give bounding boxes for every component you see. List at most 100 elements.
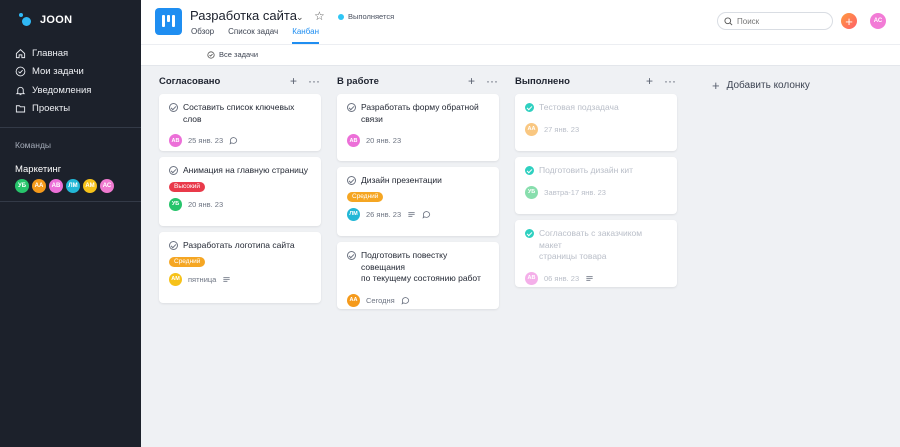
task-check-icon[interactable] xyxy=(525,103,534,112)
task-card[interactable]: Разработать логотипа сайта Средний АМ пя… xyxy=(159,232,321,303)
task-card[interactable]: Разработать форму обратной связи АВ 20 ян… xyxy=(337,94,499,161)
logo-icon xyxy=(18,12,34,28)
status-badge[interactable]: Выполняется xyxy=(338,12,394,21)
avatar[interactable]: АВ xyxy=(525,271,538,285)
sidebar-item-notifications[interactable]: Уведомления xyxy=(15,81,91,100)
bell-icon xyxy=(15,86,26,95)
task-card[interactable]: Подготовить повестку совещания по текущем… xyxy=(337,242,499,309)
priority-tag: Средний xyxy=(169,256,206,267)
task-title: Составить список ключевых слов xyxy=(183,102,295,124)
column-title[interactable]: Выполнено xyxy=(515,76,570,87)
more-icon[interactable]: ··· xyxy=(486,74,498,88)
description-icon xyxy=(586,275,593,281)
avatar[interactable]: УБ xyxy=(15,179,29,193)
avatar[interactable]: АМ xyxy=(83,179,97,193)
task-check-icon[interactable] xyxy=(525,166,534,175)
task-check-icon[interactable] xyxy=(347,251,356,260)
task-card[interactable]: Анимация на главную страницу Высокий УБ … xyxy=(159,157,321,226)
tab-kanban[interactable]: Канбан xyxy=(292,27,319,44)
column-title[interactable]: В работе xyxy=(337,76,379,87)
task-card[interactable]: Согласовать с заказчиком макет страницы т… xyxy=(515,220,677,287)
avatar[interactable]: АМ xyxy=(169,272,182,286)
add-task-icon[interactable]: + xyxy=(646,74,653,88)
due-date: 26 янв. 23 xyxy=(366,209,402,219)
due-date: Сегодня xyxy=(366,295,395,305)
task-check-icon[interactable] xyxy=(347,176,356,185)
task-card[interactable]: Подготовить дизайн кит УБ Завтра-17 янв.… xyxy=(515,157,677,214)
task-card[interactable]: Тестовая подзадача АА 27 янв. 23 xyxy=(515,94,677,151)
filter-bar: Все задачи xyxy=(141,44,900,66)
user-avatar[interactable]: АС xyxy=(870,13,886,29)
description-icon xyxy=(223,276,231,282)
task-title: Согласовать с заказчиком макет страницы т… xyxy=(539,228,643,261)
check-circle-icon xyxy=(207,50,215,59)
search-box[interactable] xyxy=(717,12,833,30)
filter-label: Все задачи xyxy=(219,50,259,59)
sidebar-item-label: Мои задачи xyxy=(32,66,84,78)
search-icon xyxy=(724,16,733,25)
task-title: Разработать форму обратной связи xyxy=(361,102,479,124)
avatar[interactable]: УБ xyxy=(525,185,538,199)
task-check-icon[interactable] xyxy=(169,103,178,112)
more-icon[interactable]: ··· xyxy=(664,74,676,88)
tab-task-list[interactable]: Список задач xyxy=(228,27,278,44)
home-icon xyxy=(15,48,26,58)
priority-tag: Высокий xyxy=(169,181,206,192)
column-header: Согласовано + ··· xyxy=(159,72,323,90)
star-icon[interactable]: ☆ xyxy=(314,9,325,23)
app-logo[interactable]: JOON xyxy=(18,12,72,28)
description-icon xyxy=(408,211,415,217)
avatar[interactable]: АА xyxy=(32,179,46,193)
team-name[interactable]: Маркетинг xyxy=(15,164,61,175)
avatar[interactable]: ЛМ xyxy=(347,207,360,221)
more-icon[interactable]: ··· xyxy=(308,74,320,88)
comment-icon xyxy=(229,137,238,145)
project-icon xyxy=(155,8,182,35)
sidebar-item-label: Главная xyxy=(32,47,69,59)
comment-icon xyxy=(422,210,431,219)
avatar[interactable]: АА xyxy=(525,122,538,136)
avatar[interactable]: УБ xyxy=(169,197,182,211)
task-card[interactable]: Дизайн презентации Средний ЛМ 26 янв. 23 xyxy=(337,167,499,236)
task-check-icon[interactable] xyxy=(169,166,178,175)
avatar[interactable]: АВ xyxy=(49,179,63,193)
sidebar-item-home[interactable]: Главная xyxy=(15,44,91,63)
teams-section-title: Команды xyxy=(15,140,52,150)
column-header: В работе + ··· xyxy=(337,72,501,90)
task-check-icon[interactable] xyxy=(525,229,534,238)
task-title: Дизайн презентации xyxy=(361,175,442,185)
add-column-button[interactable]: + Добавить колонку xyxy=(712,78,810,93)
task-title: Подготовить дизайн кит xyxy=(539,165,634,175)
plus-icon: + xyxy=(712,78,720,93)
page-title[interactable]: Разработка сайта xyxy=(190,8,297,23)
add-task-icon[interactable]: + xyxy=(290,74,297,88)
task-title: Анимация на главную страницу xyxy=(183,165,309,175)
chevron-down-icon[interactable]: ⌄ xyxy=(296,12,304,23)
sidebar-divider xyxy=(0,127,141,128)
avatar[interactable]: АА xyxy=(347,293,360,307)
all-tasks-filter[interactable]: Все задачи xyxy=(207,50,258,59)
tab-overview[interactable]: Обзор xyxy=(191,27,214,44)
check-circle-icon xyxy=(15,66,26,77)
avatar[interactable]: АС xyxy=(100,179,114,193)
comment-icon xyxy=(401,296,409,305)
search-input[interactable] xyxy=(737,16,827,26)
add-task-icon[interactable]: + xyxy=(468,74,475,88)
avatar[interactable]: ЛМ xyxy=(66,179,80,193)
due-date: 20 янв. 23 xyxy=(366,136,402,145)
avatar[interactable]: АВ xyxy=(347,134,360,147)
task-check-icon[interactable] xyxy=(347,103,356,112)
folder-icon xyxy=(15,105,26,113)
sidebar-item-my-tasks[interactable]: Мои задачи xyxy=(15,63,91,82)
sidebar-item-projects[interactable]: Проекты xyxy=(15,100,91,119)
top-header: Разработка сайта ⌄ ☆ Выполняется Обзор С… xyxy=(141,0,900,44)
add-button[interactable]: + xyxy=(841,13,857,29)
add-column-label: Добавить колонку xyxy=(726,80,810,91)
status-dot-icon xyxy=(338,13,344,20)
task-card[interactable]: Составить список ключевых слов АВ 25 янв… xyxy=(159,94,321,151)
kanban-column: Выполнено + ··· Тестовая подзадача АА 27 … xyxy=(515,72,679,287)
sidebar-item-label: Уведомления xyxy=(32,84,92,96)
column-title[interactable]: Согласовано xyxy=(159,76,220,87)
avatar[interactable]: АВ xyxy=(169,134,182,147)
task-check-icon[interactable] xyxy=(169,241,178,250)
